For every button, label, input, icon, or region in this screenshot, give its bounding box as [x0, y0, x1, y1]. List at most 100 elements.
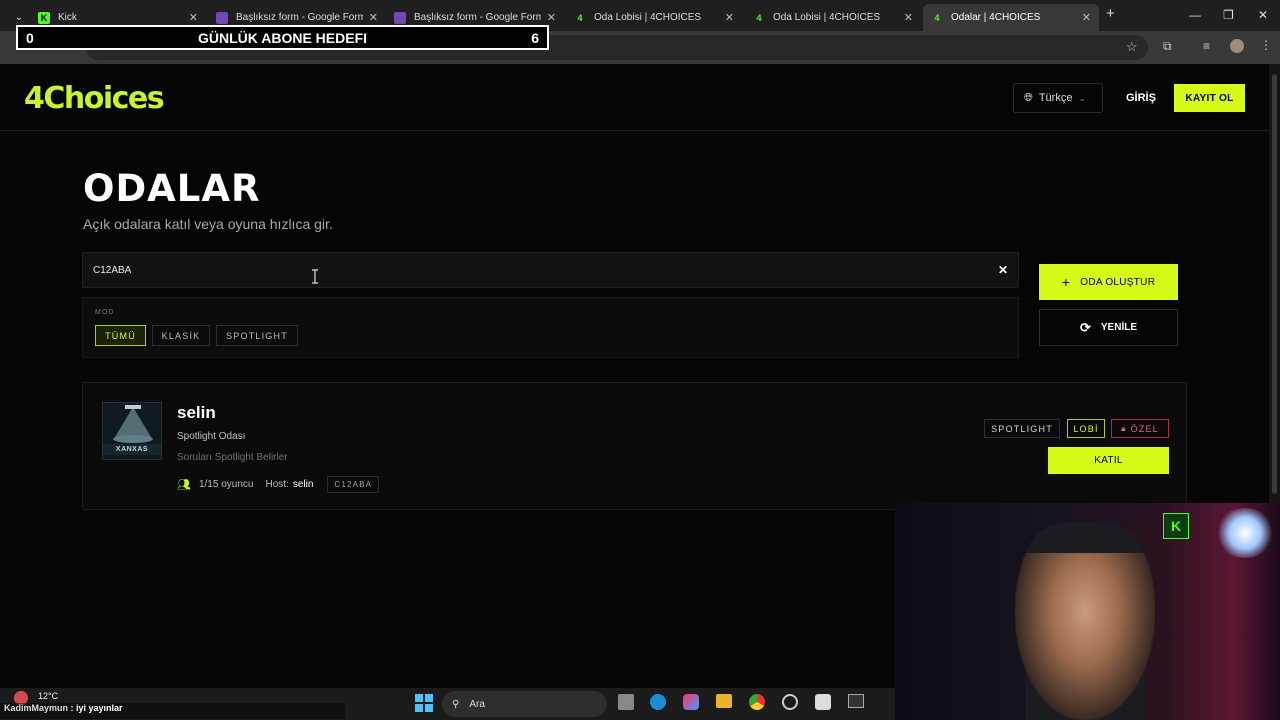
tab-oda-lobisi-1[interactable]: 4 Oda Lobisi | 4CHOICES ✕	[566, 4, 742, 31]
taskbar-search[interactable]: ⚲ Ara	[442, 691, 607, 717]
file-explorer-icon[interactable]	[716, 694, 732, 708]
google-forms-icon	[394, 11, 406, 24]
close-icon[interactable]: ✕	[1082, 11, 1091, 24]
close-icon[interactable]: ✕	[369, 11, 378, 24]
room-thumbnail: XANXAS	[102, 402, 162, 460]
close-icon[interactable]: ✕	[189, 11, 198, 24]
new-tab-button[interactable]: +	[1106, 5, 1115, 22]
menu-icon[interactable]: ⋮	[1260, 38, 1272, 52]
chevron-down-icon: ⌄	[14, 12, 24, 23]
users-icon: 👥︎	[177, 479, 191, 491]
create-room-label: ODA OLUŞTUR	[1080, 276, 1156, 288]
join-button[interactable]: KATIL	[1048, 447, 1169, 474]
chat-user: KadimMaymun	[4, 703, 69, 713]
kick-icon: K	[38, 11, 50, 24]
globe-icon: 🌐︎	[1024, 91, 1033, 104]
mode-filter-classic[interactable]: KLASİK	[152, 325, 210, 346]
spotlight-icon	[113, 405, 153, 443]
tag-private: 🔒︎ ÖZEL	[1111, 419, 1169, 438]
host-name: selin	[292, 479, 314, 490]
mode-filter-all[interactable]: TÜMÜ	[95, 325, 146, 346]
room-code-badge: C12ABA	[327, 476, 380, 493]
close-icon[interactable]: ✕	[547, 11, 556, 24]
language-label: Türkçe	[1038, 92, 1073, 104]
goal-title: GÜNLÜK ABONE HEDEFI	[197, 29, 368, 46]
create-room-button[interactable]: + ODA OLUŞTUR	[1039, 264, 1178, 300]
room-search-input[interactable]: C12ABA ✕	[82, 252, 1019, 288]
room-meta: 👥︎ 1/15 oyuncu Host: selin C12ABA	[177, 476, 380, 493]
host-label: Host:	[265, 479, 289, 490]
4choices-icon: 4	[577, 12, 583, 23]
4choices-icon: 4	[756, 12, 762, 23]
close-icon[interactable]: ✕	[725, 11, 734, 24]
clear-icon[interactable]: ✕	[998, 263, 1008, 277]
tab-title: Kick	[58, 12, 77, 23]
room-type: Spotlight Odası	[177, 431, 246, 442]
tab-odalar[interactable]: 4 Odalar | 4CHOICES ✕	[923, 4, 1099, 31]
webcam-feed: K	[895, 503, 1280, 720]
copilot-icon[interactable]	[683, 694, 699, 710]
search-value: C12ABA	[93, 264, 132, 276]
kick-icon: K	[1163, 513, 1189, 539]
goal-target: 6	[531, 29, 539, 46]
thumbnail-label: XANXAS	[103, 444, 161, 455]
mode-label: MOD	[95, 309, 115, 316]
room-name: selin	[177, 403, 216, 422]
tag-spotlight: SPOTLIGHT	[984, 419, 1060, 438]
player-count: 1/15 oyuncu	[198, 479, 254, 490]
4choices-icon: 4	[934, 12, 940, 23]
tab-title: Oda Lobisi | 4CHOICES	[773, 12, 881, 23]
tab-title: Başlıksız form - Google Formlar	[236, 12, 363, 23]
signup-button[interactable]: KAYIT OL	[1174, 84, 1245, 112]
goal-current: 0	[26, 29, 34, 46]
subscriber-goal-overlay: 0 GÜNLÜK ABONE HEDEFI 6	[16, 25, 549, 50]
avatar[interactable]	[1230, 39, 1244, 53]
extensions-icon[interactable]: ⧉	[1163, 39, 1172, 54]
text-cursor-icon	[312, 269, 318, 284]
google-forms-icon	[216, 11, 228, 24]
app-icon[interactable]	[815, 694, 831, 710]
windows-start-icon[interactable]	[415, 694, 433, 712]
taskbar-search-label: Ara	[469, 698, 485, 710]
tag-private-label: ÖZEL	[1130, 423, 1159, 434]
minimize-button[interactable]: —	[1189, 8, 1201, 22]
chevron-down-icon: ⌄	[1078, 92, 1086, 103]
settings-icon[interactable]	[782, 694, 798, 710]
room-card: XANXAS selin Spotlight Odası Soruları Sp…	[82, 382, 1187, 510]
tab-title: Oda Lobisi | 4CHOICES	[594, 12, 702, 23]
plus-icon: +	[1061, 274, 1071, 290]
lock-icon: 🔒︎	[1121, 423, 1127, 433]
refresh-button[interactable]: ⟳ YENİLE	[1039, 309, 1178, 346]
tag-lobby: LOBİ	[1067, 419, 1105, 438]
tab-oda-lobisi-2[interactable]: 4 Oda Lobisi | 4CHOICES ✕	[745, 4, 921, 31]
language-select[interactable]: 🌐︎ Türkçe ⌄	[1013, 83, 1103, 113]
chat-overlay-message: KadimMaymun : iyi yayınlar	[0, 703, 345, 719]
tab-title: Başlıksız form - Google Formlar	[414, 12, 541, 23]
bookmark-star-icon[interactable]: ☆	[1126, 39, 1138, 55]
mode-filter-spotlight[interactable]: SPOTLIGHT	[216, 325, 298, 346]
page-title: ODALAR	[83, 167, 261, 210]
streamer	[1015, 553, 1155, 720]
maximize-button[interactable]: ❐	[1223, 8, 1234, 22]
chat-text: iyi yayınlar	[76, 703, 123, 713]
task-view-icon[interactable]	[618, 694, 634, 710]
light-source	[1215, 508, 1275, 558]
scrollbar-thumb[interactable]	[1272, 74, 1277, 494]
room-description: Soruları Spotlight Belirler	[177, 452, 288, 463]
search-icon: ⚲	[452, 698, 460, 710]
refresh-label: YENİLE	[1100, 322, 1138, 333]
chat-separator: :	[68, 703, 77, 713]
close-icon[interactable]: ✕	[904, 11, 913, 24]
chrome-icon[interactable]	[749, 694, 765, 710]
page-subtitle: Açık odalara katıl veya oyuna hızlıca gi…	[83, 216, 333, 232]
tab-title: Odalar | 4CHOICES	[951, 12, 1041, 23]
window-close-button[interactable]: ✕	[1258, 8, 1268, 22]
site-logo[interactable]: 4Choices	[24, 81, 165, 116]
terminal-icon[interactable]	[848, 694, 864, 708]
weather-temp: 12°C	[38, 691, 59, 701]
site-header: 4Choices 🌐︎ Türkçe ⌄ GİRİŞ KAYIT OL	[0, 64, 1269, 131]
media-control-icon[interactable]: ≡	[1203, 39, 1210, 53]
mode-filter: MOD TÜMÜ KLASİK SPOTLIGHT	[82, 297, 1019, 358]
login-link[interactable]: GİRİŞ	[1126, 92, 1156, 104]
edge-icon[interactable]	[650, 694, 666, 710]
